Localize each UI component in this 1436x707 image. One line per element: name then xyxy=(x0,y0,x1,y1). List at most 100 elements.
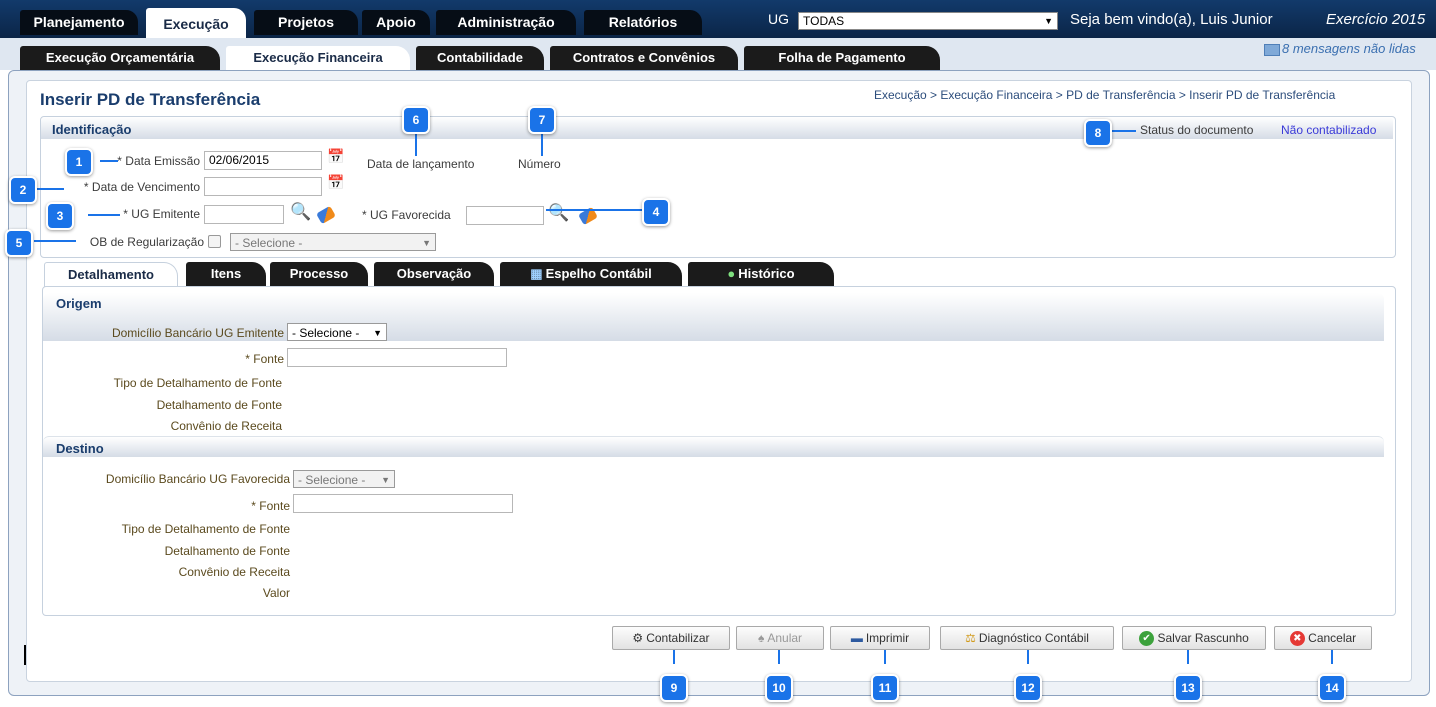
calendar-icon[interactable]: 📅 xyxy=(327,175,344,190)
detail-tab-processo[interactable]: Processo xyxy=(270,262,368,286)
detail-tab-espelho-contabil[interactable]: ▦ Espelho Contábil xyxy=(500,262,682,286)
annotation-badge-8: 8 xyxy=(1084,119,1112,147)
annotation-badge-6: 6 xyxy=(402,106,430,134)
origem-tipo-detalhamento-label: Tipo de Detalhamento de Fonte xyxy=(113,376,282,390)
mail-icon[interactable] xyxy=(1264,44,1280,56)
detail-tab-detalhamento[interactable]: Detalhamento xyxy=(44,262,178,287)
unread-messages-link[interactable]: 8 mensagens não lidas xyxy=(1282,41,1416,56)
annotation-badge-1: 1 xyxy=(65,148,93,176)
data-vencimento-input[interactable] xyxy=(204,177,322,196)
calendar-icon[interactable]: 📅 xyxy=(327,149,344,164)
ug-favorecida-input[interactable] xyxy=(466,206,544,225)
annotation-line xyxy=(1187,650,1189,664)
search-icon[interactable]: 🔍 xyxy=(290,202,311,222)
origem-fonte-input[interactable] xyxy=(287,348,507,367)
destino-domicilio-select[interactable]: - Selecione - ▼ xyxy=(293,470,395,488)
ug-label: UG xyxy=(768,11,789,27)
destino-detalhamento-label: Detalhamento de Fonte xyxy=(164,544,290,558)
historico-label: Histórico xyxy=(738,266,795,281)
annotation-badge-14: 14 xyxy=(1318,674,1346,702)
annotation-line xyxy=(34,188,64,190)
ug-emitente-input[interactable] xyxy=(204,205,284,224)
numero-label: Número xyxy=(518,157,561,171)
annotation-line xyxy=(34,240,76,242)
sub-tab-folha-pagamento[interactable]: Folha de Pagamento xyxy=(744,46,940,70)
gears-icon: ⚙ xyxy=(632,631,644,645)
top-tab-projetos[interactable]: Projetos xyxy=(254,10,358,35)
top-tab-execucao[interactable]: Execução xyxy=(146,8,246,38)
annotation-line xyxy=(415,132,417,156)
chevron-down-icon: ▼ xyxy=(422,238,431,248)
espelho-label: Espelho Contábil xyxy=(545,266,652,281)
destino-fonte-label: * Fonte xyxy=(251,499,290,513)
sub-tab-contratos-convenios[interactable]: Contratos e Convênios xyxy=(550,46,738,70)
exercise-year[interactable]: Exercício 2015 xyxy=(1326,11,1425,28)
origem-domicilio-select[interactable]: - Selecione - ▼ xyxy=(287,323,387,341)
annotation-badge-7: 7 xyxy=(528,106,556,134)
sub-tab-execucao-orcamentaria[interactable]: Execução Orçamentária xyxy=(20,46,220,70)
detail-tab-itens[interactable]: Itens xyxy=(186,262,266,286)
diagnostic-icon: ⚖ xyxy=(965,631,976,645)
destino-valor-label: Valor xyxy=(262,586,290,600)
origem-domicilio-label: Domicílio Bancário UG Emitente xyxy=(111,326,284,340)
salvar-rascunho-button[interactable]: ✔ Salvar Rascunho xyxy=(1122,626,1266,650)
welcome-text: Seja bem vindo(a), Luis Junior xyxy=(1070,11,1273,28)
cancelar-button[interactable]: ✖ Cancelar xyxy=(1274,626,1372,650)
origem-detalhamento-label: Detalhamento de Fonte xyxy=(156,398,282,412)
destino-domicilio-value: - Selecione - xyxy=(298,473,366,487)
sidebar-toggle-handle[interactable] xyxy=(24,645,34,665)
annotation-line xyxy=(673,650,675,664)
sub-tab-execucao-financeira[interactable]: Execução Financeira xyxy=(226,46,410,70)
top-tab-relatorios[interactable]: Relatórios xyxy=(584,10,702,35)
annotation-line xyxy=(884,650,886,664)
ob-regularizacao-select[interactable]: - Selecione - ▼ xyxy=(230,233,436,251)
data-vencimento-label: * Data de Vencimento xyxy=(83,180,200,194)
check-icon: ✔ xyxy=(1139,631,1155,647)
destino-header xyxy=(43,436,1384,457)
annotation-line xyxy=(778,650,780,664)
anular-button[interactable]: ♠ Anular xyxy=(736,626,824,650)
annotation-line xyxy=(1027,650,1029,664)
status-label: Status do documento xyxy=(1140,123,1254,137)
top-tab-planejamento[interactable]: Planejamento xyxy=(20,10,138,35)
imprimir-button[interactable]: ▬ Imprimir xyxy=(830,626,930,650)
ob-regularizacao-checkbox[interactable] xyxy=(208,235,221,248)
page-title: Inserir PD de Transferência xyxy=(40,90,261,109)
ob-select-value: - Selecione - xyxy=(235,236,303,250)
destino-tipo-detalhamento-label: Tipo de Detalhamento de Fonte xyxy=(121,522,290,536)
diagnostico-contabil-button[interactable]: ⚖ Diagnóstico Contábil xyxy=(940,626,1114,650)
detail-tab-historico[interactable]: ● Histórico xyxy=(688,262,834,286)
status-value: Não contabilizado xyxy=(1281,123,1377,137)
ug-favorecida-label: * UG Favorecida xyxy=(362,208,451,222)
origem-title: Origem xyxy=(56,296,102,311)
annotation-badge-11: 11 xyxy=(871,674,899,702)
annotation-line xyxy=(88,214,120,216)
chevron-down-icon: ▼ xyxy=(373,328,382,338)
annotation-badge-13: 13 xyxy=(1174,674,1202,702)
table-icon: ▦ xyxy=(530,266,543,281)
anular-label: Anular xyxy=(767,631,803,645)
top-tab-apoio[interactable]: Apoio xyxy=(362,10,430,35)
annotation-badge-5: 5 xyxy=(5,229,33,257)
detail-tab-observacao[interactable]: Observação xyxy=(374,262,494,286)
printer-icon: ▬ xyxy=(850,631,863,645)
sub-tab-contabilidade[interactable]: Contabilidade xyxy=(416,46,544,70)
destino-fonte-input[interactable] xyxy=(293,494,513,513)
destino-title: Destino xyxy=(56,441,104,456)
imprimir-label: Imprimir xyxy=(865,631,910,645)
contabilizar-button[interactable]: ⚙ Contabilizar xyxy=(612,626,730,650)
destino-convenio-label: Convênio de Receita xyxy=(178,565,290,579)
breadcrumb[interactable]: Execução > Execução Financeira > PD de T… xyxy=(874,88,1335,102)
cancelar-label: Cancelar xyxy=(1308,631,1357,645)
annotation-badge-10: 10 xyxy=(765,674,793,702)
data-lancamento-label: Data de lançamento xyxy=(367,157,475,171)
search-icon[interactable]: 🔍 xyxy=(548,203,569,223)
annotation-line xyxy=(541,132,543,156)
data-emissao-input[interactable] xyxy=(204,151,322,170)
close-icon: ✖ xyxy=(1289,631,1305,647)
annotation-badge-12: 12 xyxy=(1014,674,1042,702)
ug-select[interactable]: TODAS ▼ xyxy=(798,12,1058,30)
destino-domicilio-label: Domicílio Bancário UG Favorecida xyxy=(105,472,290,486)
origem-fonte-label: * Fonte xyxy=(245,352,284,366)
top-tab-administracao[interactable]: Administração xyxy=(436,10,576,35)
